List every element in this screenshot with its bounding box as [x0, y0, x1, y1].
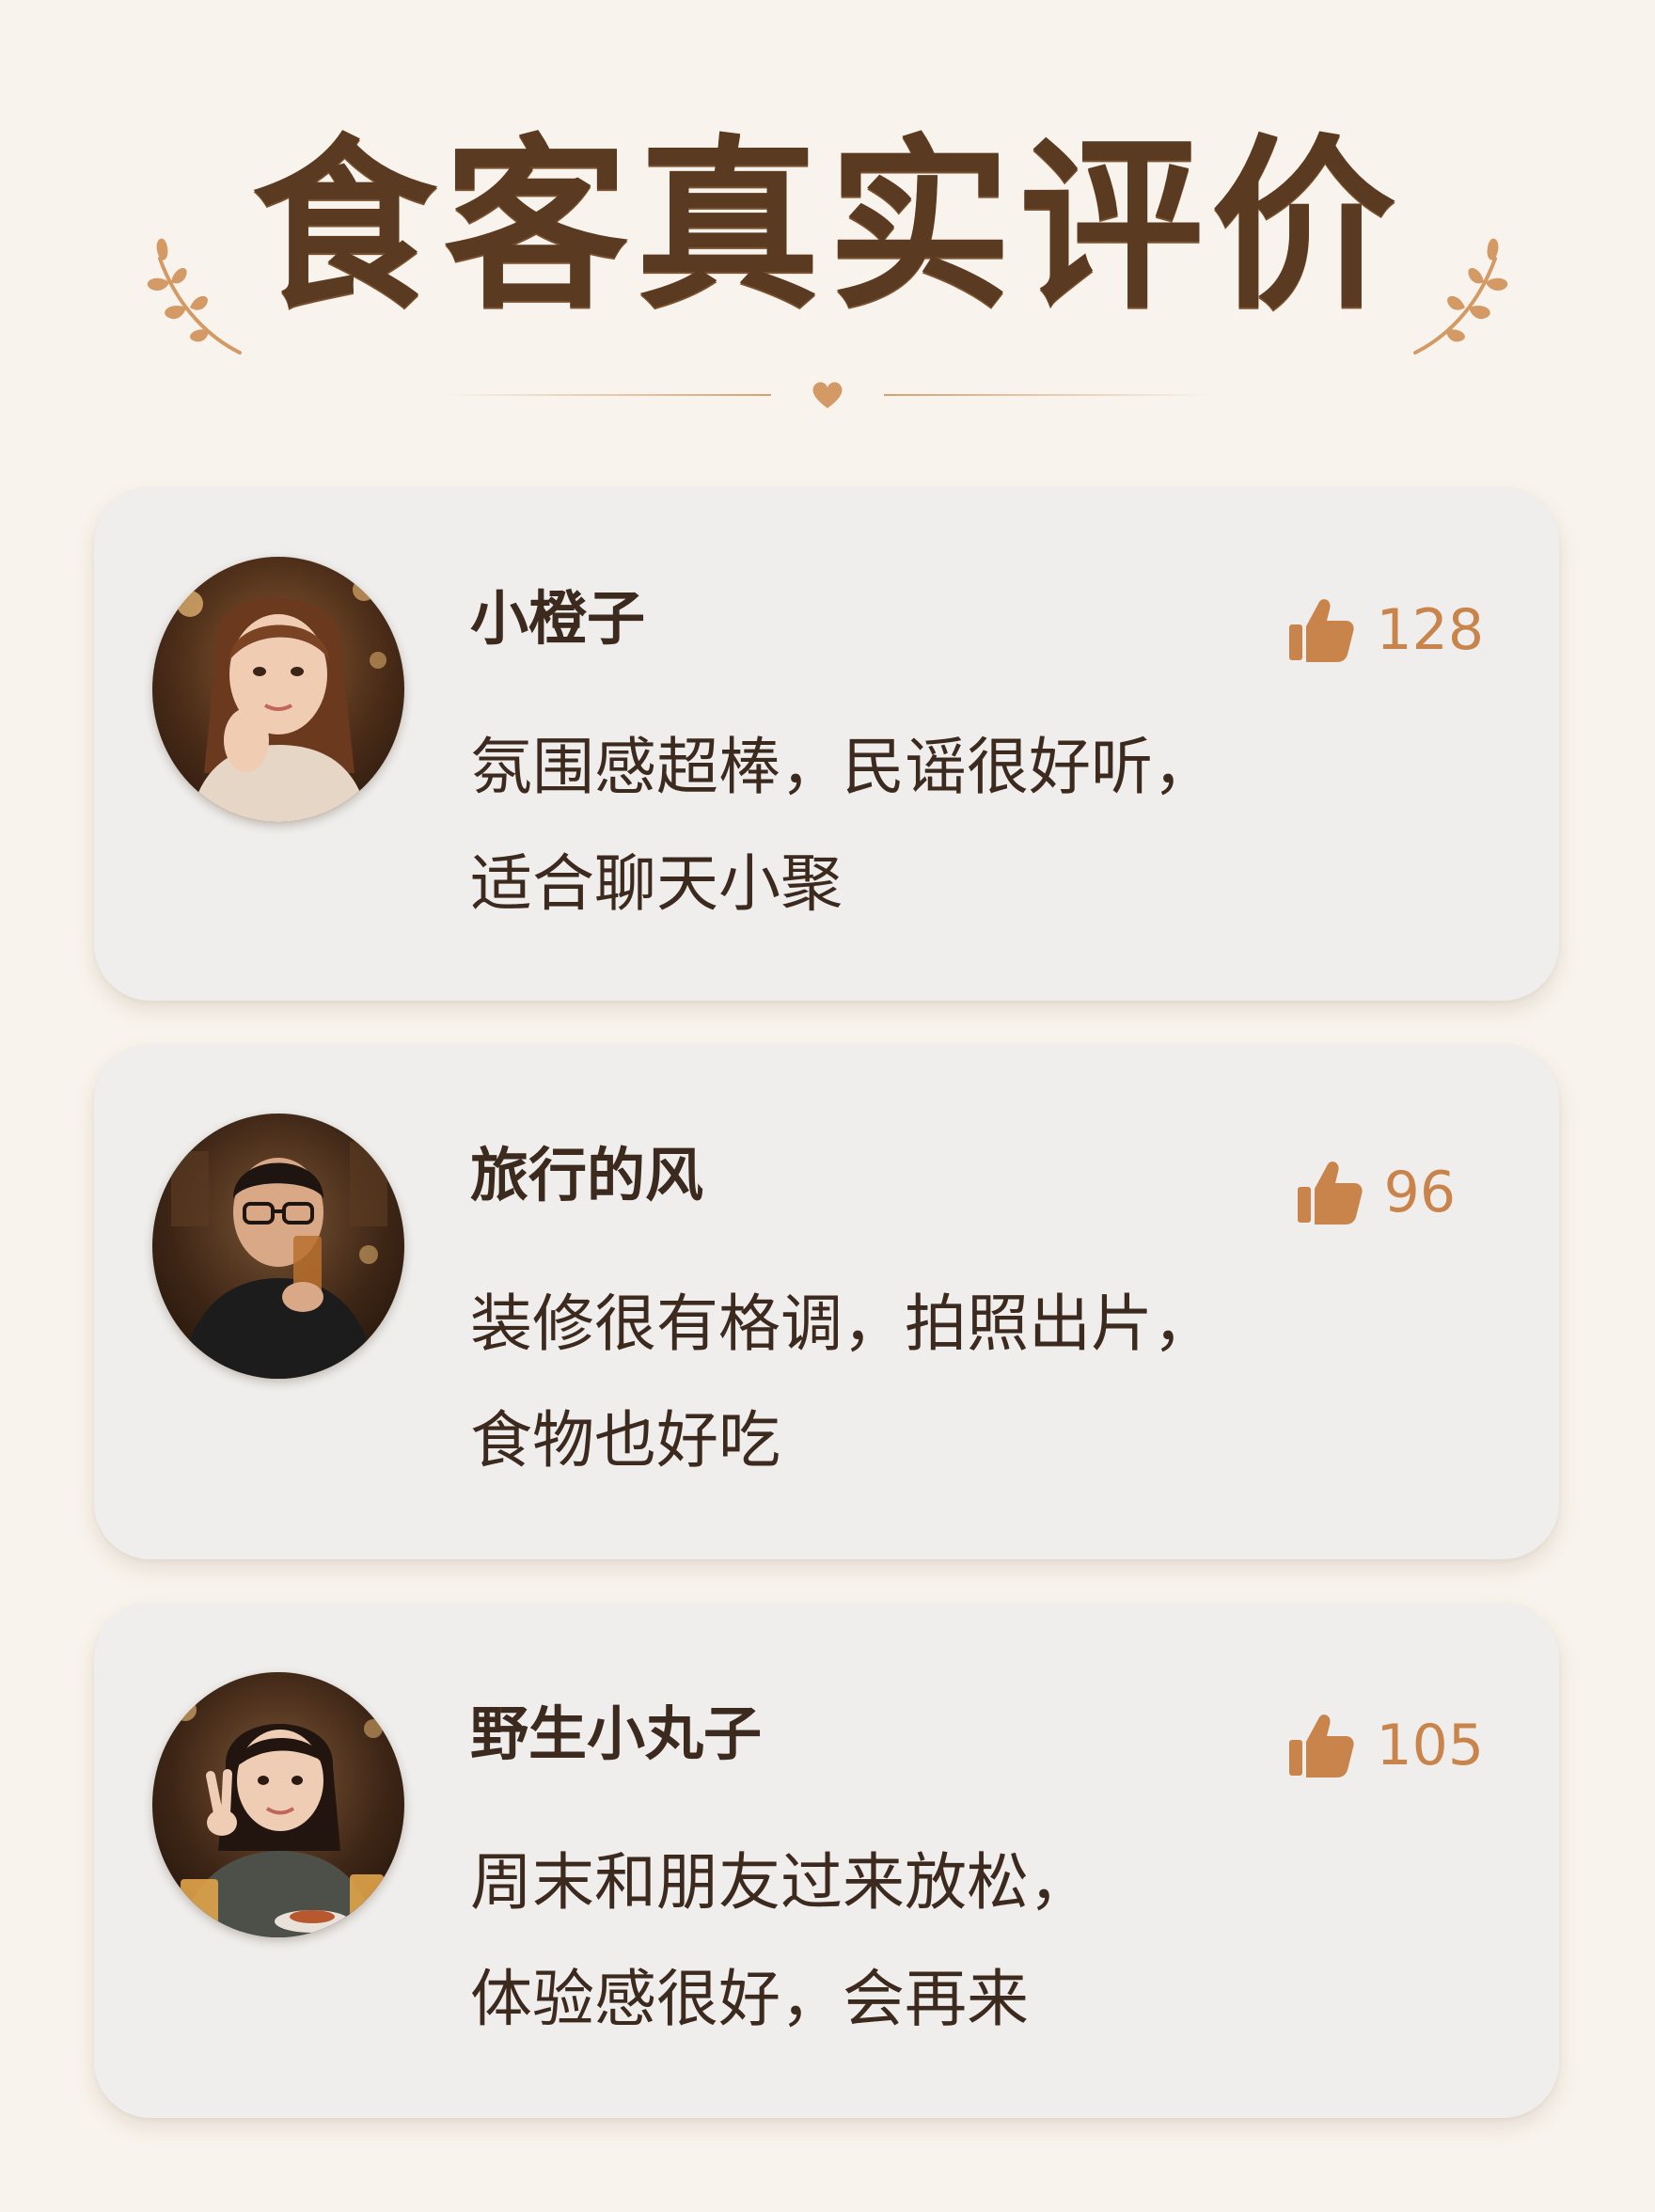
- like-count: 96: [1383, 1160, 1456, 1225]
- avatar-photo-1: [152, 557, 404, 822]
- review-text-line: 体验感很好，会再来: [470, 1963, 1029, 2035]
- title-divider: [447, 376, 1208, 414]
- review-text-line: 装修很有格调，拍照出片，: [470, 1288, 1215, 1360]
- heart-icon: [812, 382, 843, 408]
- header: 食客真实评价: [0, 0, 1655, 442]
- review-text-line: 适合聊天小聚: [470, 847, 843, 920]
- thumbs-up-icon: [1289, 1714, 1355, 1778]
- avatar-photo-2: [152, 1114, 404, 1379]
- username: 旅行的风: [470, 1141, 704, 1209]
- review-text: 周末和朋友过来放松， 体验感很好，会再来: [470, 1825, 1486, 2058]
- thumbs-up-icon: [1289, 599, 1355, 662]
- username: 小橙子: [470, 584, 646, 653]
- like-button[interactable]: 128: [1285, 592, 1484, 668]
- like-count: 105: [1376, 1713, 1484, 1778]
- avatar[interactable]: [152, 1672, 404, 1937]
- review-card: 野生小丸子 105 周末和朋友过来放松， 体验感很好，会再来: [94, 1603, 1559, 2118]
- page-title: 食客真实评价: [251, 118, 1403, 334]
- divider-line-left: [447, 394, 771, 396]
- review-text: 氛围感超棒，民谣很好听， 适合聊天小聚: [470, 709, 1486, 942]
- review-list: 小橙子 128 氛围感超棒，民谣很好听， 适合聊天小聚 旅行的风 96 装修很有…: [94, 487, 1559, 2161]
- review-text-line: 食物也好吃: [470, 1404, 780, 1477]
- like-button[interactable]: 105: [1285, 1708, 1484, 1783]
- like-count: 128: [1376, 597, 1484, 663]
- like-button[interactable]: 96: [1294, 1155, 1456, 1230]
- review-text: 装修很有格调，拍照出片， 食物也好吃: [470, 1266, 1486, 1499]
- review-text-line: 氛围感超棒，民谣很好听，: [470, 731, 1215, 803]
- review-card: 旅行的风 96 装修很有格调，拍照出片， 食物也好吃: [94, 1044, 1559, 1559]
- username: 野生小丸子: [470, 1699, 763, 1768]
- avatar[interactable]: [152, 1114, 404, 1379]
- divider-line-right: [884, 394, 1208, 396]
- avatar-photo-3: [152, 1672, 404, 1937]
- avatar[interactable]: [152, 557, 404, 822]
- review-card: 小橙子 128 氛围感超棒，民谣很好听， 适合聊天小聚: [94, 487, 1559, 1001]
- review-text-line: 周末和朋友过来放松，: [470, 1846, 1091, 1919]
- thumbs-up-icon: [1297, 1161, 1363, 1224]
